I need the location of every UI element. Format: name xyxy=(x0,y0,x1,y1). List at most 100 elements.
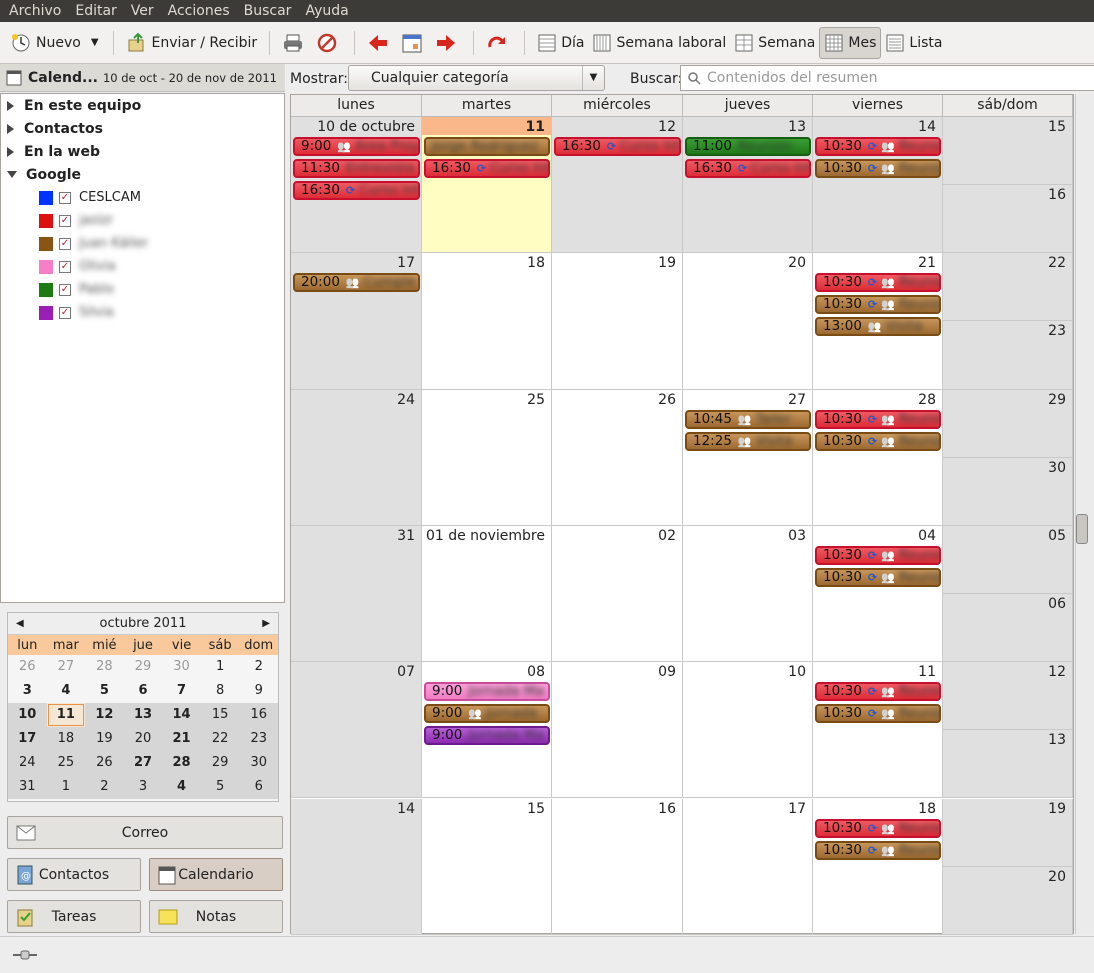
calendar-event[interactable]: 10:30 ⟳👥Reunión xyxy=(815,704,941,724)
day-cell[interactable]: 03 xyxy=(683,525,813,663)
calendar-event[interactable]: 9:00 👥 Area Proy xyxy=(293,137,420,156)
search-input[interactable]: Contenidos del resumen xyxy=(680,65,1094,91)
next-button[interactable] xyxy=(431,26,465,60)
calendar-event[interactable]: 10:30 ⟳👥Reunión xyxy=(815,137,941,156)
calendar-event[interactable]: 20:00 👥 Cumple xyxy=(293,273,420,293)
new-button[interactable]: Nuevo xyxy=(6,26,85,60)
next-month-icon[interactable]: ▶ xyxy=(262,618,270,629)
calendar-event[interactable]: 10:30 ⟳👥Reunión xyxy=(815,409,941,429)
day-cell-weekend[interactable]: 23 xyxy=(943,321,1073,390)
calendar-event[interactable]: 10:30 ⟳👥Reunión xyxy=(815,295,941,315)
calendar-event[interactable]: 10:30 ⟳👥Reunión xyxy=(815,840,941,860)
calendar-event[interactable]: 9:00 👥 Jornada xyxy=(424,704,550,724)
tree-group-en-este-equipo[interactable]: En este equipo xyxy=(1,94,284,117)
mini-calendar-day[interactable]: 6 xyxy=(124,679,163,703)
day-cell[interactable]: 25 xyxy=(422,389,552,526)
day-cell[interactable]: 18 xyxy=(422,253,552,390)
nav-notes-button[interactable]: Notas xyxy=(149,900,283,933)
mini-calendar-day[interactable]: 2 xyxy=(239,655,278,679)
mini-calendar-day[interactable]: 13 xyxy=(123,703,163,727)
day-cell[interactable]: 09 xyxy=(552,662,683,799)
mini-calendar-day[interactable]: 1 xyxy=(201,655,240,679)
view-day-button[interactable]: Día xyxy=(533,26,588,60)
calendar-checkbox[interactable]: ✓ xyxy=(59,191,71,204)
tree-group-google[interactable]: Google xyxy=(1,163,284,186)
day-cell[interactable]: 15 xyxy=(422,798,552,935)
expander-icon[interactable] xyxy=(7,123,14,134)
day-cell[interactable]: 17 xyxy=(683,798,813,935)
mini-calendar-day[interactable]: 1 xyxy=(46,775,86,799)
menu-ver[interactable]: Ver xyxy=(124,3,161,19)
go-to-button[interactable] xyxy=(482,26,516,60)
menu-ayuda[interactable]: Ayuda xyxy=(298,3,355,19)
calendar-event[interactable]: 10:30 ⟳👥Reunión xyxy=(815,159,941,178)
mini-calendar-day[interactable]: 27 xyxy=(123,751,163,775)
view-week-button[interactable]: Semana xyxy=(730,26,819,60)
calendar-event[interactable]: 16:30 ⟳ Curso Inf xyxy=(554,137,681,156)
mini-calendar-day[interactable]: 28 xyxy=(162,751,201,775)
mini-calendar-day[interactable]: 12 xyxy=(85,703,124,727)
mini-calendar-day[interactable]: 9 xyxy=(239,679,278,703)
calendar-event[interactable]: 16:30 ⟳ Curso Inf xyxy=(424,159,550,178)
calendar-event[interactable]: 10:30 ⟳👥Reunión xyxy=(815,545,941,565)
calendar-checkbox[interactable]: ✓ xyxy=(59,306,71,319)
calendar-event[interactable]: 11:30 Entrevista xyxy=(293,159,420,178)
category-select[interactable]: Cualquier categoría ▼ xyxy=(348,65,605,91)
mini-calendar-day[interactable]: 17 xyxy=(8,727,47,751)
nav-mail-button[interactable]: Correo xyxy=(7,816,283,849)
calendar-event[interactable]: 16:30 ⟳ Curso Inf xyxy=(685,159,811,178)
mini-calendar-day[interactable]: 3 xyxy=(123,775,163,799)
nav-contacts-button[interactable]: @ Contactos xyxy=(7,858,141,891)
mini-calendar-day[interactable]: 20 xyxy=(123,727,163,751)
day-cell-weekend[interactable]: 15 xyxy=(943,117,1073,186)
calendar-event[interactable]: 9:00 Jornada Ma xyxy=(424,682,550,702)
mini-calendar-day[interactable]: 26 xyxy=(85,751,124,775)
mini-calendar-day[interactable]: 11 xyxy=(46,703,86,727)
prev-month-icon[interactable]: ◀ xyxy=(16,618,24,629)
mini-calendar-day[interactable]: 25 xyxy=(46,751,86,775)
calendar-item[interactable]: ✓ Olivia xyxy=(1,255,284,278)
expander-open-icon[interactable] xyxy=(7,171,17,178)
calendar-checkbox[interactable]: ✓ xyxy=(59,237,71,250)
nav-tasks-button[interactable]: Tareas xyxy=(7,900,141,933)
mini-calendar-day[interactable]: 21 xyxy=(162,727,201,751)
day-cell-weekend[interactable]: 05 xyxy=(943,525,1073,595)
mini-calendar-day[interactable]: 14 xyxy=(162,703,201,727)
calendar-event[interactable]: 10:30 ⟳👥Reunión xyxy=(815,682,941,702)
calendar-event[interactable]: 10:30 ⟳👥Reunión xyxy=(815,273,941,293)
online-status-icon[interactable] xyxy=(12,948,38,962)
expander-icon[interactable] xyxy=(7,100,14,111)
calendar-event[interactable]: 11:00 Reunión xyxy=(685,137,811,156)
day-cell-weekend[interactable]: 30 xyxy=(943,457,1073,526)
day-cell[interactable]: 02 xyxy=(552,525,683,663)
day-cell[interactable]: 10 xyxy=(683,662,813,799)
mini-calendar-day[interactable]: 23 xyxy=(239,727,278,751)
day-cell-weekend[interactable]: 22 xyxy=(943,253,1073,322)
send-receive-button[interactable]: Enviar / Recibir xyxy=(122,26,262,60)
calendar-event[interactable]: 10:30 ⟳👥Reunión xyxy=(815,818,941,838)
expander-icon[interactable] xyxy=(7,146,14,157)
mini-calendar-day[interactable]: 29 xyxy=(200,751,240,775)
view-list-button[interactable]: Lista xyxy=(881,26,946,60)
calendar-checkbox[interactable]: ✓ xyxy=(59,214,71,227)
calendar-item[interactable]: ✓ Juan Käller xyxy=(1,232,284,255)
calendar-event[interactable]: 16:30 ⟳ Curso Inf xyxy=(293,181,420,200)
mini-calendar-day[interactable]: 6 xyxy=(239,775,278,799)
calendar-item[interactable]: ✓ Silvia xyxy=(1,301,284,324)
calendar-event[interactable]: 10:30 ⟳👥Reunión xyxy=(815,431,941,451)
mini-calendar-day[interactable]: 8 xyxy=(201,679,240,703)
calendar-checkbox[interactable]: ✓ xyxy=(59,260,71,273)
calendar-item[interactable]: ✓ jaslzr xyxy=(1,209,284,232)
view-month-button[interactable]: Mes xyxy=(819,26,882,59)
mini-calendar-day[interactable]: 31 xyxy=(8,775,47,799)
day-cell[interactable]: 07 xyxy=(291,662,422,799)
previous-button[interactable] xyxy=(363,26,397,60)
mini-calendar-day[interactable]: 3 xyxy=(8,679,47,703)
mini-calendar-day[interactable]: 18 xyxy=(46,727,86,751)
menu-acciones[interactable]: Acciones xyxy=(161,3,237,19)
mini-calendar-day[interactable]: 4 xyxy=(162,775,201,799)
day-cell-weekend[interactable]: 12 xyxy=(943,662,1073,731)
view-workweek-button[interactable]: Semana laboral xyxy=(588,26,730,60)
day-cell-weekend[interactable]: 29 xyxy=(943,389,1073,458)
calendar-event[interactable]: 10:45 👥 Taller xyxy=(685,409,811,429)
